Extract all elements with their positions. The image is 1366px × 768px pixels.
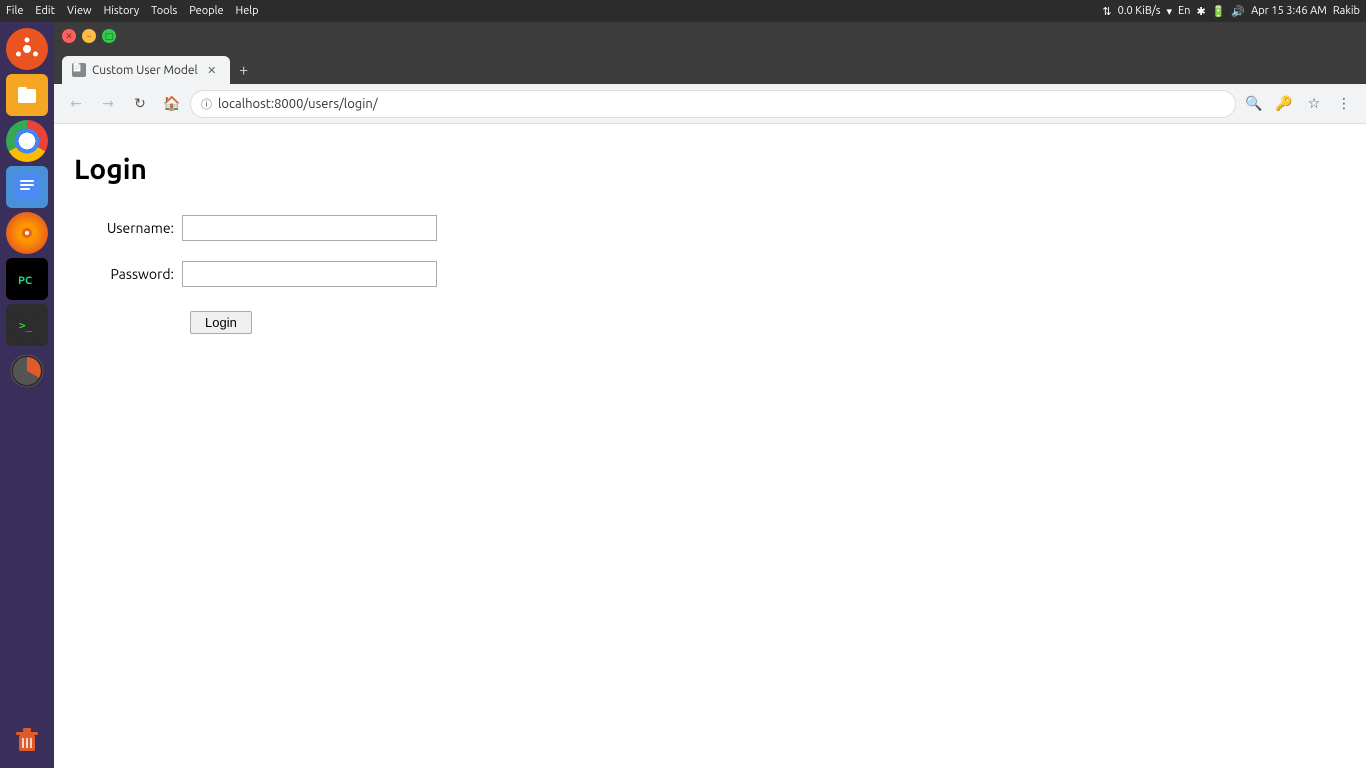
- home-button[interactable]: 🏠: [158, 90, 186, 118]
- tab-close-button[interactable]: ✕: [204, 62, 220, 78]
- bookmark-button[interactable]: ☆: [1300, 90, 1328, 118]
- os-topbar: File Edit View History Tools People Help…: [0, 0, 1366, 22]
- close-button[interactable]: ✕: [62, 29, 76, 43]
- forward-button[interactable]: →: [94, 90, 122, 118]
- docs-icon[interactable]: [6, 166, 48, 208]
- sidebar: PC >_: [0, 22, 54, 768]
- firefox-icon[interactable]: [6, 212, 48, 254]
- chrome-icon[interactable]: [6, 120, 48, 162]
- tab-bar: 📄 Custom User Model ✕ +: [54, 50, 1366, 84]
- back-button[interactable]: ←: [62, 90, 90, 118]
- maximize-button[interactable]: □: [102, 29, 116, 43]
- terminal-icon[interactable]: >_: [6, 304, 48, 346]
- address-text: localhost:8000/users/login/: [218, 97, 1225, 111]
- page-title: Login: [74, 154, 1346, 185]
- lang-indicator: En: [1178, 5, 1190, 17]
- svg-text:PC: PC: [18, 275, 32, 287]
- minimize-button[interactable]: −: [82, 29, 96, 43]
- password-group: Password:: [74, 261, 1346, 287]
- menu-history[interactable]: History: [104, 5, 140, 17]
- volume-icon: 🔊: [1231, 5, 1245, 18]
- ubuntu-icon[interactable]: [6, 28, 48, 70]
- clock-icon[interactable]: [6, 350, 48, 392]
- menu-view[interactable]: View: [67, 5, 92, 17]
- pycharm-icon[interactable]: PC: [6, 258, 48, 300]
- menu-tools[interactable]: Tools: [151, 5, 177, 17]
- battery-icon: 🔋: [1212, 5, 1226, 18]
- login-button[interactable]: Login: [190, 311, 252, 334]
- system-tray: ⇅ 0.0 KiB/s ▾ En ✱ 🔋 🔊 Apr 15 3:46 AM Ra…: [1102, 5, 1360, 18]
- menu-button[interactable]: ⋮: [1330, 90, 1358, 118]
- trash-icon[interactable]: [6, 718, 48, 760]
- browser-navbar: ← → ↻ 🏠 ⓘ localhost:8000/users/login/ 🔍 …: [54, 84, 1366, 124]
- datetime: Apr 15 3:46 AM: [1251, 5, 1327, 17]
- password-label: Password:: [74, 266, 174, 282]
- network-speed: 0.0 KiB/s: [1118, 5, 1161, 17]
- password-input[interactable]: [182, 261, 437, 287]
- svg-text:>_: >_: [19, 319, 33, 332]
- user-label: Rakib: [1333, 5, 1360, 17]
- address-bar[interactable]: ⓘ localhost:8000/users/login/: [190, 90, 1236, 118]
- menu-people[interactable]: People: [189, 5, 223, 17]
- username-group: Username:: [74, 215, 1346, 241]
- files-icon[interactable]: [6, 74, 48, 116]
- active-tab[interactable]: 📄 Custom User Model ✕: [62, 56, 230, 84]
- browser-titlebar: ✕ − □: [54, 22, 1366, 50]
- window-controls: ✕ − □: [62, 29, 116, 43]
- tab-favicon: 📄: [72, 63, 86, 77]
- tab-title: Custom User Model: [92, 64, 198, 77]
- refresh-button[interactable]: ↻: [126, 90, 154, 118]
- menu-help[interactable]: Help: [236, 5, 259, 17]
- security-icon: ⓘ: [201, 96, 212, 112]
- login-button-wrapper: Login: [182, 307, 1346, 334]
- username-label: Username:: [74, 220, 174, 236]
- menu-edit[interactable]: Edit: [35, 5, 55, 17]
- page-content: Login Username: Password: Login: [54, 124, 1366, 768]
- network-arrows-icon: ⇅: [1102, 5, 1111, 18]
- menu-file[interactable]: File: [6, 5, 23, 17]
- new-tab-button[interactable]: +: [230, 56, 258, 84]
- nav-right-icons: 🔍 🔑 ☆ ⋮: [1240, 90, 1358, 118]
- zoom-button[interactable]: 🔍: [1240, 90, 1268, 118]
- bluetooth-icon: ✱: [1196, 5, 1205, 18]
- browser-window: ✕ − □ 📄 Custom User Model ✕ + ← → ↻ 🏠 ⓘ …: [54, 22, 1366, 768]
- wifi-icon: ▾: [1166, 5, 1172, 18]
- password-manager-icon[interactable]: 🔑: [1270, 90, 1298, 118]
- username-input[interactable]: [182, 215, 437, 241]
- os-topbar-menus: File Edit View History Tools People Help: [6, 5, 259, 17]
